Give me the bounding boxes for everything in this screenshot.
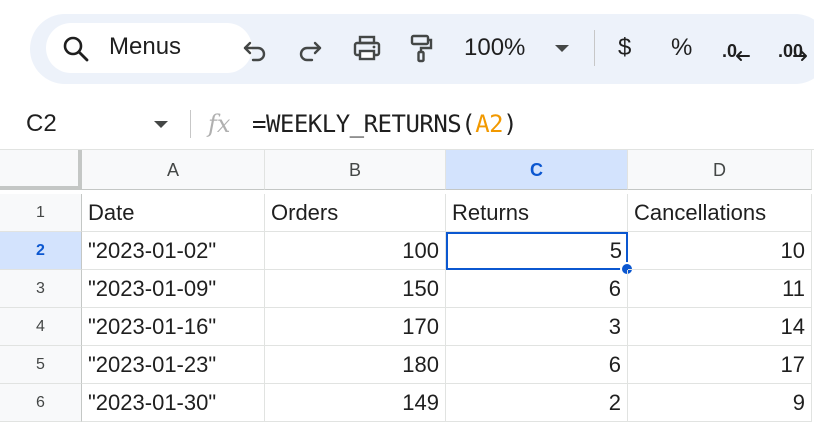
row-header-2[interactable]: 2 [0, 232, 82, 270]
paint-format-icon[interactable] [406, 33, 436, 63]
cell-c5[interactable]: 6 [446, 346, 628, 384]
formula-bar: C2 fx =WEEKLY_RETURNS(A2) [0, 98, 814, 150]
cell-b5[interactable]: 180 [265, 346, 446, 384]
row-header-1[interactable]: 1 [0, 194, 82, 232]
formula-suffix: ) [503, 110, 518, 138]
cell-d4[interactable]: 14 [628, 308, 812, 346]
chevron-down-icon[interactable] [555, 45, 569, 52]
cell-d1[interactable]: Cancellations [628, 194, 812, 232]
undo-icon[interactable] [240, 33, 270, 63]
redo-icon[interactable] [295, 33, 325, 63]
print-icon[interactable] [352, 33, 382, 63]
cell-d2[interactable]: 10 [628, 232, 812, 270]
cell-c2[interactable]: 5 [446, 232, 628, 270]
cell-d3[interactable]: 11 [628, 270, 812, 308]
row-header-4[interactable]: 4 [0, 308, 82, 346]
cell-b6[interactable]: 149 [265, 384, 446, 422]
cell-c3[interactable]: 6 [446, 270, 628, 308]
formula-reference: A2 [475, 110, 504, 138]
column-header-c[interactable]: C [446, 150, 628, 190]
formula-prefix: =WEEKLY_RETURNS( [252, 110, 476, 138]
cell-b4[interactable]: 170 [265, 308, 446, 346]
cell-b1[interactable]: Orders [265, 194, 446, 232]
name-box[interactable]: C2 [26, 108, 57, 140]
cell-d5[interactable]: 17 [628, 346, 812, 384]
cell-c4[interactable]: 3 [446, 308, 628, 346]
currency-format-button[interactable]: $ [618, 30, 631, 66]
cell-a6[interactable]: "2023-01-30" [82, 384, 265, 422]
percent-format-button[interactable]: % [671, 30, 692, 66]
cell-a2[interactable]: "2023-01-02" [82, 232, 265, 270]
chevron-down-icon[interactable] [154, 121, 168, 128]
cell-a3[interactable]: "2023-01-09" [82, 270, 265, 308]
cell-a1[interactable]: Date [82, 194, 265, 232]
cell-a5[interactable]: "2023-01-23" [82, 346, 265, 384]
toolbar-divider [594, 30, 595, 66]
cell-b3[interactable]: 150 [265, 270, 446, 308]
search-icon[interactable] [62, 35, 90, 63]
column-header-d[interactable]: D [628, 150, 812, 190]
arrow-right-icon [790, 48, 810, 68]
row-header-6[interactable]: 6 [0, 384, 82, 422]
toolbar: Menus 100% $ % .0 .00 [0, 0, 814, 98]
row-header-5[interactable]: 5 [0, 346, 82, 384]
menus-search-label[interactable]: Menus [109, 30, 181, 64]
cell-d6[interactable]: 9 [628, 384, 812, 422]
formula-bar-divider [190, 110, 191, 138]
row-header-3[interactable]: 3 [0, 270, 82, 308]
cell-b2[interactable]: 100 [265, 232, 446, 270]
formula-input[interactable]: =WEEKLY_RETURNS(A2) [252, 108, 518, 140]
select-all-corner[interactable] [0, 150, 82, 190]
cell-c6[interactable]: 2 [446, 384, 628, 422]
arrow-left-icon [733, 48, 753, 68]
spreadsheet-grid: A B C D 1 Date Orders Returns Cancellations 2 "202… [0, 150, 814, 430]
cell-c1[interactable]: Returns [446, 194, 628, 232]
column-header-a[interactable]: A [82, 150, 265, 190]
cell-a4[interactable]: "2023-01-16" [82, 308, 265, 346]
fx-icon: fx [208, 110, 231, 138]
zoom-select[interactable]: 100% [464, 30, 525, 66]
column-header-b[interactable]: B [265, 150, 446, 190]
